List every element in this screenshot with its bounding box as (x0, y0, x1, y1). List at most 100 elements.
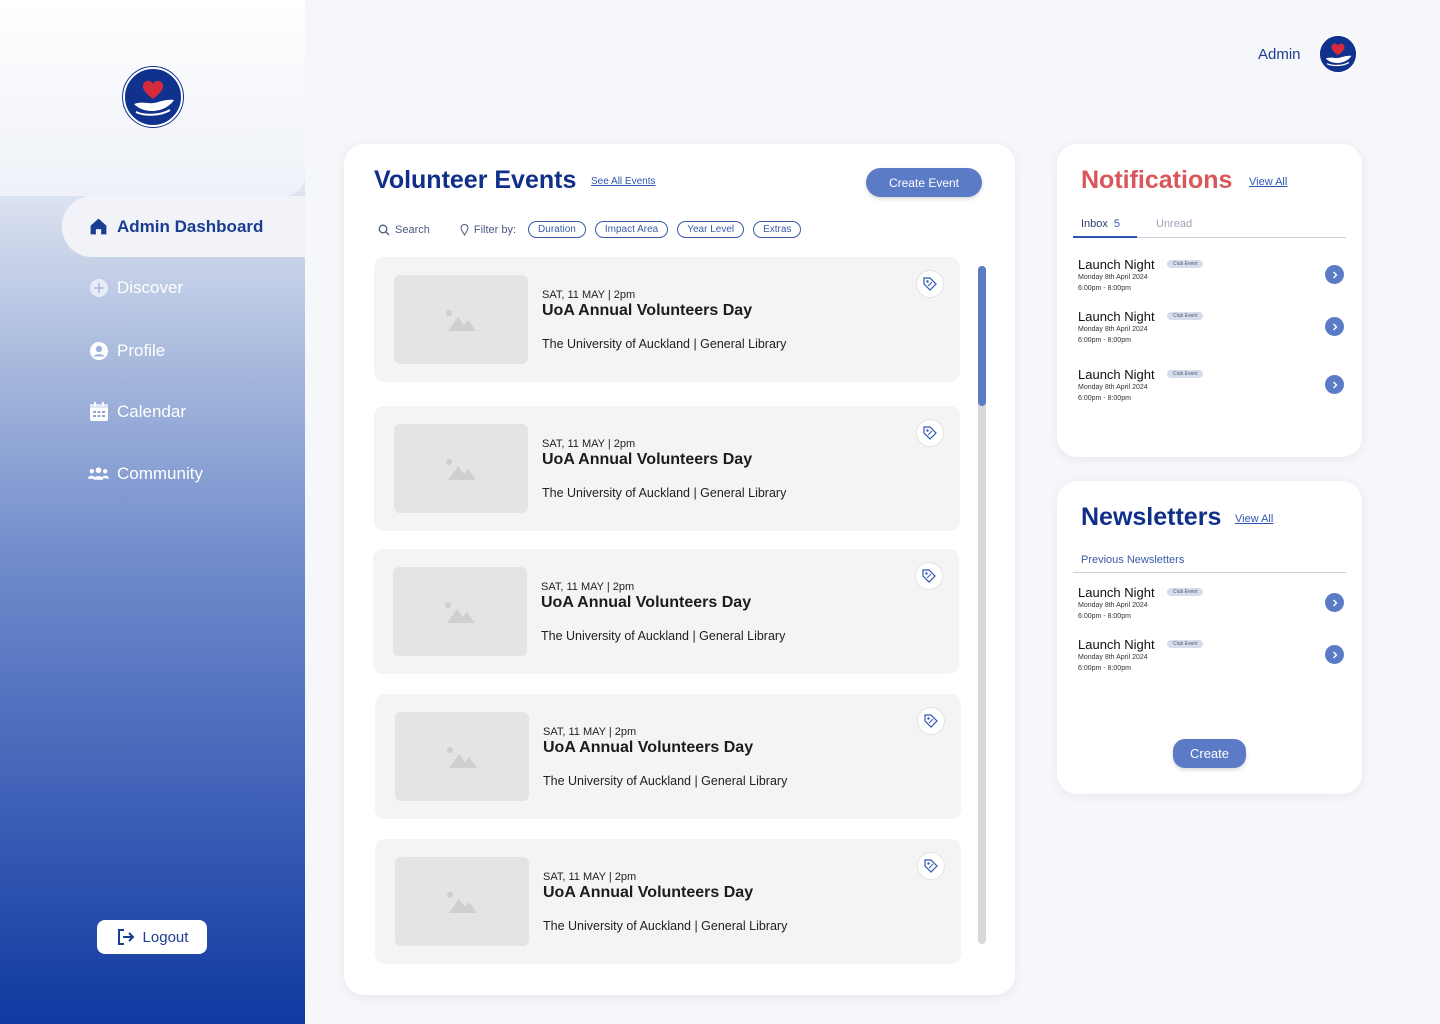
notification-title: Launch Night (1078, 367, 1155, 382)
image-placeholder-icon (395, 712, 529, 801)
notification-time: 6:00pm - 8:00pm (1078, 337, 1131, 344)
community-icon (88, 463, 109, 484)
image-placeholder-icon (394, 275, 528, 364)
avatar[interactable] (1318, 34, 1358, 74)
newsletter-time: 6:00pm - 8:00pm (1078, 613, 1131, 620)
see-all-events-link[interactable]: See All Events (591, 176, 655, 187)
user-name[interactable]: Admin (1258, 46, 1301, 63)
tag-icon[interactable] (917, 707, 945, 735)
nav-profile[interactable]: Profile (88, 340, 165, 361)
tab-inbox-label: Inbox (1081, 218, 1108, 230)
logout-button[interactable]: Logout (97, 920, 207, 954)
calendar-icon (88, 401, 109, 422)
image-placeholder-icon (395, 857, 529, 946)
nav-label: Admin Dashboard (117, 216, 264, 236)
notifications-view-all-link[interactable]: View All (1249, 176, 1287, 188)
nav-label: Community (117, 463, 203, 483)
event-type-badge: Club Event (1167, 370, 1204, 378)
nav-admin-dashboard[interactable]: Admin Dashboard (62, 196, 305, 257)
event-type-badge: Club Event (1167, 588, 1204, 596)
volunteer-events-panel: Volunteer Events See All Events Create E… (344, 144, 1015, 995)
tab-inbox[interactable]: Inbox 5 (1073, 218, 1137, 238)
user-circle-icon (88, 340, 109, 361)
event-title: UoA Annual Volunteers Day (542, 302, 753, 319)
chevron-right-icon[interactable] (1325, 645, 1344, 664)
event-title: UoA Annual Volunteers Day (542, 451, 753, 468)
newsletters-view-all-link[interactable]: View All (1235, 513, 1273, 525)
event-type-badge: Club Event (1167, 312, 1204, 320)
previous-newsletters-label: Previous Newsletters (1081, 554, 1185, 566)
newsletter-title: Launch Night (1078, 637, 1155, 652)
tab-unread[interactable]: Unread (1156, 218, 1192, 238)
chevron-right-icon[interactable] (1325, 375, 1344, 394)
notification-time: 6:00pm - 8:00pm (1078, 395, 1131, 402)
event-card[interactable]: SAT, 11 MAY | 2pm UoA Annual Volunteers … (375, 839, 961, 964)
notification-item[interactable]: Launch Night Club Event Monday 8th April… (1078, 309, 1344, 349)
nav-discover[interactable]: Discover (88, 277, 183, 298)
filter-chip-duration[interactable]: Duration (528, 221, 586, 238)
event-location: The University of Auckland | General Lib… (542, 337, 787, 351)
logout-label: Logout (142, 928, 189, 946)
create-event-button[interactable]: Create Event (866, 168, 982, 197)
filter-chip-year-level[interactable]: Year Level (677, 221, 745, 238)
home-icon (88, 216, 109, 237)
sidebar: Admin Dashboard Discover Profile Calenda… (0, 0, 305, 1024)
search-control[interactable]: Search (378, 224, 430, 236)
event-date: SAT, 11 MAY | 2pm (542, 289, 636, 301)
newsletter-time: 6:00pm - 8:00pm (1078, 665, 1131, 672)
chevron-right-icon[interactable] (1325, 593, 1344, 612)
search-icon (378, 224, 390, 235)
notification-item[interactable]: Launch Night Club Event Monday 8th April… (1078, 257, 1344, 297)
heart-in-hand-logo (122, 66, 184, 128)
filter-label-group: Filter by: (460, 224, 516, 236)
notification-time: 6:00pm - 8:00pm (1078, 285, 1131, 292)
nav-label: Discover (117, 277, 184, 297)
divider (1073, 572, 1346, 573)
tag-icon[interactable] (916, 419, 944, 447)
search-label: Search (395, 223, 430, 236)
newsletter-item[interactable]: Launch Night Club Event Monday 8th April… (1078, 637, 1344, 677)
filter-chip-extras[interactable]: Extras (753, 221, 802, 238)
notification-date: Monday 8th April 2024 (1078, 274, 1148, 281)
nav-calendar[interactable]: Calendar (88, 401, 186, 422)
nav-label: Profile (117, 340, 166, 360)
sidebar-logo-area (0, 0, 305, 196)
notification-item[interactable]: Launch Night Club Event Monday 8th April… (1078, 367, 1344, 407)
notification-title: Launch Night (1078, 309, 1155, 324)
notification-date: Monday 8th April 2024 (1078, 326, 1148, 333)
newsletters-title: Newsletters (1081, 503, 1222, 531)
newsletter-date: Monday 8th April 2024 (1078, 654, 1148, 661)
chevron-right-icon[interactable] (1325, 265, 1344, 284)
event-card[interactable]: SAT, 11 MAY | 2pm UoA Annual Volunteers … (373, 549, 959, 674)
newsletter-item[interactable]: Launch Night Club Event Monday 8th April… (1078, 585, 1344, 625)
filter-chip-impact-area[interactable]: Impact Area (594, 221, 669, 238)
notification-title: Launch Night (1078, 257, 1155, 272)
event-card[interactable]: SAT, 11 MAY | 2pm UoA Annual Volunteers … (375, 694, 961, 819)
image-placeholder-icon (394, 424, 528, 513)
event-date: SAT, 11 MAY | 2pm (543, 726, 637, 738)
events-title: Volunteer Events (374, 166, 577, 194)
notification-tabs: Inbox 5 Unread (1073, 218, 1346, 238)
event-card[interactable]: SAT, 11 MAY | 2pm UoA Annual Volunteers … (374, 257, 960, 382)
tag-icon[interactable] (917, 852, 945, 880)
nav-community[interactable]: Community (88, 463, 203, 484)
event-type-badge: Club Event (1167, 260, 1204, 268)
event-location: The University of Auckland | General Lib… (543, 774, 788, 788)
tag-icon[interactable] (915, 562, 943, 590)
chevron-right-icon[interactable] (1325, 317, 1344, 336)
filter-label: Filter by: (473, 223, 517, 236)
events-toolbar: Search Filter by: Duration Impact Area Y… (378, 221, 810, 238)
event-location: The University of Auckland | General Lib… (541, 629, 786, 643)
notification-date: Monday 8th April 2024 (1078, 384, 1148, 391)
plus-circle-icon (88, 277, 109, 298)
tag-icon[interactable] (916, 270, 944, 298)
newsletters-panel: Newsletters View All Previous Newsletter… (1057, 481, 1362, 794)
logout-icon (116, 927, 137, 948)
newsletter-title: Launch Night (1078, 585, 1155, 600)
scrollbar-thumb[interactable] (978, 266, 986, 406)
newsletter-date: Monday 8th April 2024 (1078, 602, 1148, 609)
event-title: UoA Annual Volunteers Day (543, 739, 754, 756)
create-newsletter-button[interactable]: Create (1173, 739, 1246, 768)
event-card[interactable]: SAT, 11 MAY | 2pm UoA Annual Volunteers … (374, 406, 960, 531)
notifications-title: Notifications (1081, 166, 1233, 194)
